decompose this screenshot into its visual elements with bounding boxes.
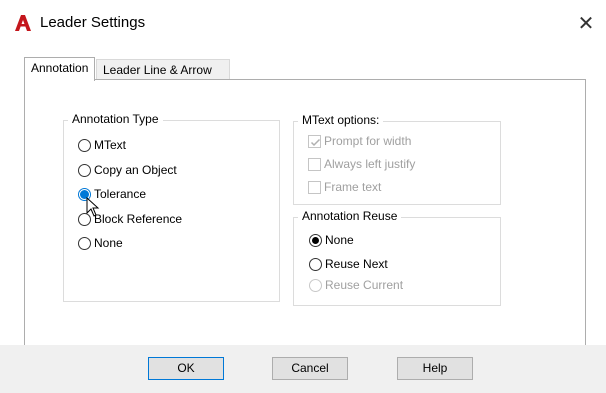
checkbox-frame-text[interactable] bbox=[308, 181, 321, 194]
checkbox-prompt-width-label[interactable]: Prompt for width bbox=[324, 134, 411, 148]
window-title: Leader Settings bbox=[40, 14, 146, 31]
checkbox-frame-text-label[interactable]: Frame text bbox=[324, 180, 381, 194]
cancel-button[interactable]: Cancel bbox=[272, 357, 348, 380]
radio-reuse-none[interactable] bbox=[309, 234, 322, 247]
checkbox-prompt-width[interactable] bbox=[308, 135, 321, 148]
radio-none-type[interactable] bbox=[78, 237, 91, 250]
radio-reuse-next[interactable] bbox=[309, 258, 322, 271]
mtext-options-title: MText options: bbox=[298, 113, 384, 127]
radio-copy-object[interactable] bbox=[78, 164, 91, 177]
annotation-type-title: Annotation Type bbox=[68, 112, 163, 126]
radio-reuse-current-label[interactable]: Reuse Current bbox=[325, 278, 403, 292]
radio-reuse-none-label[interactable]: None bbox=[325, 233, 354, 247]
checkbox-always-left-justify[interactable] bbox=[308, 158, 321, 171]
radio-mtext[interactable] bbox=[78, 139, 91, 152]
radio-reuse-current[interactable] bbox=[309, 279, 322, 292]
mouse-pointer-icon bbox=[86, 196, 100, 217]
radio-reuse-next-label[interactable]: Reuse Next bbox=[325, 257, 388, 271]
tab-leader-line-arrow[interactable]: Leader Line & Arrow bbox=[96, 59, 230, 81]
annotation-reuse-title: Annotation Reuse bbox=[298, 209, 402, 223]
radio-none-type-label[interactable]: None bbox=[94, 236, 123, 250]
radio-block-reference-label[interactable]: Block Reference bbox=[94, 212, 182, 226]
checkbox-always-left-justify-label[interactable]: Always left justify bbox=[324, 157, 415, 171]
tab-annotation[interactable]: Annotation bbox=[24, 57, 96, 81]
help-button[interactable]: Help bbox=[397, 357, 473, 380]
radio-mtext-label[interactable]: MText bbox=[94, 138, 126, 152]
autocad-logo-icon bbox=[14, 14, 32, 32]
radio-copy-object-label[interactable]: Copy an Object bbox=[94, 163, 177, 177]
ok-button[interactable]: OK bbox=[148, 357, 224, 380]
radio-tolerance-label[interactable]: Tolerance bbox=[94, 187, 146, 201]
close-icon[interactable]: ✕ bbox=[572, 10, 600, 38]
